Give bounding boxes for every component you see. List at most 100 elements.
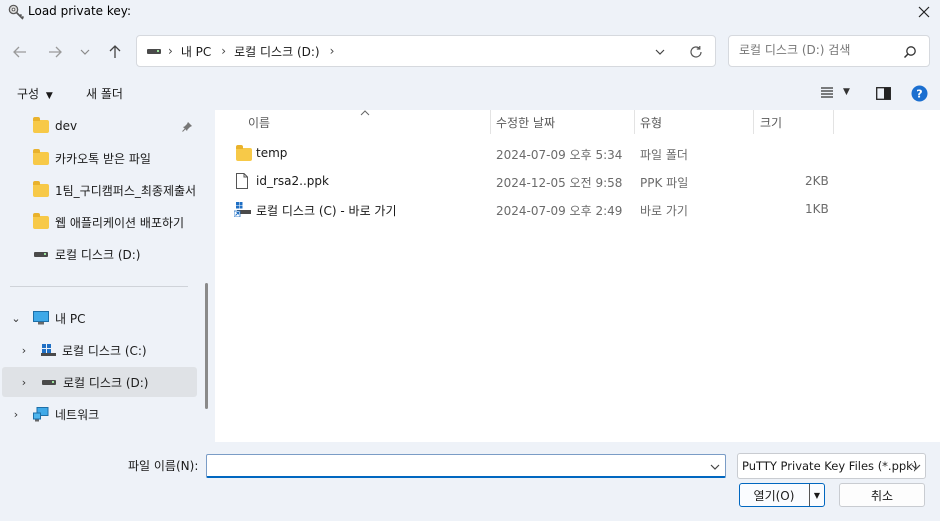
sidebar-item-label: 네트워크 <box>55 407 100 422</box>
pin-icon <box>182 122 192 132</box>
search-input[interactable] <box>739 43 899 57</box>
column-header-size[interactable]: 크기 <box>760 110 782 134</box>
list-view-icon <box>821 87 833 98</box>
close-button[interactable] <box>908 0 940 24</box>
sidebar-item-label: 로컬 디스크 (D:) <box>55 247 141 262</box>
sidebar-item-drive-d-quick[interactable]: 로컬 디스크 (D:) <box>0 239 200 269</box>
filename-combobox[interactable] <box>206 454 726 478</box>
drive-icon <box>147 48 161 54</box>
refresh-icon[interactable] <box>689 45 703 59</box>
chevron-right-icon[interactable]: › <box>330 44 335 58</box>
file-type: PPK 파일 <box>640 176 689 190</box>
arrow-up-icon <box>109 45 121 58</box>
forward-button[interactable] <box>42 39 68 65</box>
caret-down-icon: ▼ <box>45 91 53 101</box>
sidebar-item-kakaotalk[interactable]: 카카오톡 받은 파일 <box>0 143 200 173</box>
file-modified: 2024-07-09 오후 5:34 <box>496 148 623 162</box>
file-modified: 2024-12-05 오전 9:58 <box>496 176 623 190</box>
sidebar-item-label: 로컬 디스크 (C:) <box>62 343 147 358</box>
folder-icon <box>33 116 49 133</box>
sidebar-item-webapp[interactable]: 웹 애플리케이션 배포하기 <box>0 207 200 237</box>
pc-icon <box>33 311 49 325</box>
column-header-type[interactable]: 유형 <box>640 110 662 134</box>
drive-icon <box>34 251 48 257</box>
caret-down-icon: ▼ <box>813 490 821 500</box>
file-size: 1KB <box>805 202 829 216</box>
folder-icon <box>33 212 49 229</box>
column-separator[interactable] <box>490 110 491 134</box>
filename-label: 파일 이름(N): <box>128 459 199 473</box>
help-icon[interactable]: ? <box>911 85 928 102</box>
sidebar-item-label: 카카오톡 받은 파일 <box>55 151 151 166</box>
column-header-name[interactable]: 이름 <box>248 110 270 134</box>
network-icon <box>33 406 49 421</box>
breadcrumb-pc[interactable]: 내 PC <box>181 43 211 60</box>
file-name: temp <box>256 146 288 160</box>
file-icon <box>236 173 248 189</box>
recent-locations-button[interactable] <box>72 39 98 65</box>
chevron-down-icon[interactable] <box>655 47 665 57</box>
sidebar-item-network[interactable]: › 네트워크 <box>0 399 200 429</box>
sidebar-item-drive-d[interactable]: › 로컬 디스크 (D:) <box>2 367 197 397</box>
folder-icon <box>33 148 49 165</box>
address-bar[interactable]: › 내 PC › 로컬 디스크 (D:) › <box>136 35 716 67</box>
open-dropdown-button[interactable]: ▼ <box>809 484 824 506</box>
file-row-temp[interactable]: temp 2024-07-09 오후 5:34 파일 폴더 <box>215 139 940 167</box>
chevron-down-icon[interactable]: ⌄ <box>8 312 24 325</box>
chevron-down-icon[interactable] <box>710 462 720 472</box>
breadcrumb-drive-d[interactable]: 로컬 디스크 (D:) <box>234 43 319 60</box>
filename-input[interactable] <box>211 458 701 472</box>
sidebar-item-label: dev <box>55 119 78 133</box>
folder-icon <box>236 145 252 161</box>
sidebar-item-label: 웹 애플리케이션 배포하기 <box>55 215 185 230</box>
file-name: id_rsa2..ppk <box>256 174 329 188</box>
chevron-down-icon <box>80 49 90 55</box>
navigation-pane: dev 카카오톡 받은 파일 1팀_구디캠퍼스_최종제출서 웹 애플리케이션 배… <box>0 110 214 442</box>
sidebar-item-label: 로컬 디스크 (D:) <box>63 375 149 390</box>
search-box[interactable] <box>728 35 930 67</box>
chevron-right-icon[interactable]: › <box>16 344 32 357</box>
command-bar: 구성 ▼ 새 폴더 ▼ ? <box>0 78 940 110</box>
chevron-right-icon[interactable]: › <box>221 44 226 58</box>
file-name: 로컬 디스크 (C) - 바로 가기 <box>256 204 397 218</box>
organize-button[interactable]: 구성 ▼ <box>17 85 53 102</box>
view-options-button[interactable]: ▼ <box>820 86 850 98</box>
shortcut-icon <box>234 202 251 217</box>
dialog-footer: 파일 이름(N): PuTTY Private Key Files (*.ppk… <box>0 442 940 521</box>
column-separator[interactable] <box>753 110 754 134</box>
sidebar-item-this-pc[interactable]: ⌄ 내 PC <box>0 303 200 333</box>
window-title: Load private key: <box>28 4 132 18</box>
sidebar-item-dev[interactable]: dev <box>0 111 200 141</box>
search-icon[interactable] <box>903 45 917 59</box>
sidebar-item-label: 내 PC <box>55 311 86 326</box>
up-button[interactable] <box>102 39 128 65</box>
close-icon <box>918 6 930 18</box>
file-row-ppk[interactable]: id_rsa2..ppk 2024-12-05 오전 9:58 PPK 파일 2… <box>215 167 940 195</box>
key-icon <box>8 4 25 20</box>
cancel-button[interactable]: 취소 <box>839 483 925 507</box>
sidebar-scrollbar[interactable] <box>205 283 208 409</box>
chevron-right-icon[interactable]: › <box>168 44 173 58</box>
column-header-modified[interactable]: 수정한 날짜 <box>496 110 555 134</box>
filetype-value: PuTTY Private Key Files (*.ppk) <box>742 459 918 473</box>
chevron-right-icon[interactable]: › <box>16 376 32 389</box>
file-type: 바로 가기 <box>640 204 688 218</box>
open-label: 열기(O) <box>753 488 795 503</box>
caret-down-icon: ▼ <box>843 87 850 97</box>
file-type: 파일 폴더 <box>640 148 688 162</box>
chevron-right-icon[interactable]: › <box>8 408 24 421</box>
column-separator[interactable] <box>634 110 635 134</box>
sidebar-item-drive-c[interactable]: › 로컬 디스크 (C:) <box>0 335 200 365</box>
sort-ascending-icon <box>360 110 370 116</box>
column-name-label: 이름 <box>248 115 271 130</box>
organize-label: 구성 <box>17 87 40 101</box>
filetype-select[interactable]: PuTTY Private Key Files (*.ppk) <box>737 453 926 479</box>
file-row-shortcut[interactable]: 로컬 디스크 (C) - 바로 가기 2024-07-09 오후 2:49 바로… <box>215 195 940 223</box>
file-modified: 2024-07-09 오후 2:49 <box>496 204 623 218</box>
back-button[interactable] <box>7 39 33 65</box>
column-separator[interactable] <box>833 110 834 134</box>
preview-pane-icon[interactable] <box>876 87 891 100</box>
sidebar-item-team1[interactable]: 1팀_구디캠퍼스_최종제출서 <box>0 175 200 205</box>
file-list: 이름 수정한 날짜 유형 크기 temp 2024-07-09 오후 5:34 … <box>215 110 940 442</box>
new-folder-button[interactable]: 새 폴더 <box>86 85 123 102</box>
